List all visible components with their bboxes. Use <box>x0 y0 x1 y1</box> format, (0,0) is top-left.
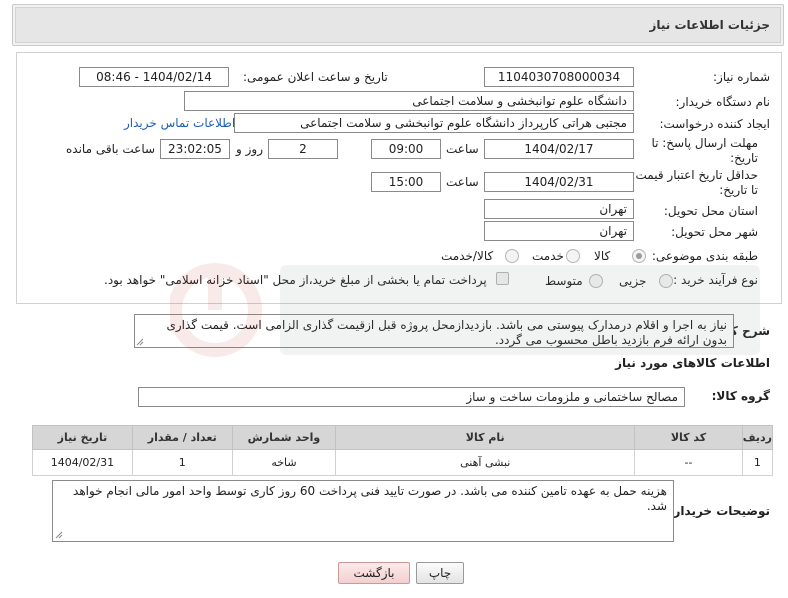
cell-need-date: 1404/02/31 <box>32 449 133 476</box>
header-quantity: تعداد / مقدار <box>131 425 233 450</box>
price-validity-time-label: ساعت <box>446 175 479 189</box>
header-unit: واحد شمارش <box>231 425 337 450</box>
buyer-org-label: نام دستگاه خریدار: <box>675 95 771 109</box>
goods-group-field: مصالح ساختمانی و ملزومات ساخت و ساز <box>138 387 685 407</box>
page-header-bar: جزئیات اطلاعات نیاز <box>15 7 781 43</box>
items-table-header-row: ردیف کد کالا نام کالا واحد شمارش تعداد /… <box>32 425 774 450</box>
purchase-type-radio-medium[interactable] <box>589 274 603 288</box>
description-resize-icon[interactable] <box>136 338 144 346</box>
cell-goods-code: -- <box>634 449 743 476</box>
requester-label: ایجاد کننده درخواست: <box>659 117 770 131</box>
page-title: جزئیات اطلاعات نیاز <box>649 18 770 32</box>
cell-row-number: 1 <box>741 449 774 476</box>
reply-days-label: روز و <box>236 142 263 156</box>
header-need-date: تاریخ نیاز <box>32 425 133 450</box>
header-row-number: ردیف <box>741 425 774 450</box>
announce-datetime-field: 1404/02/14 - 08:46 <box>79 67 229 87</box>
purchase-type-label: نوع فرآیند خرید : <box>673 273 758 287</box>
delivery-city-label: شهر محل تحویل: <box>671 225 758 239</box>
reply-days-field: 2 <box>268 139 338 159</box>
price-validity-label-date: تا تاریخ: <box>719 183 758 197</box>
header-goods-code: کد کالا <box>634 425 743 450</box>
announce-datetime-label: تاریخ و ساعت اعلان عمومی: <box>243 70 388 84</box>
cell-goods-name: نبشی آهنی <box>335 449 636 476</box>
purchase-type-radio-minor[interactable] <box>659 274 673 288</box>
price-validity-date-field: 1404/02/31 <box>484 172 634 192</box>
category-radio-goods-service[interactable] <box>505 249 519 263</box>
category-option-goods-service: کالا/خدمت <box>441 249 494 263</box>
description-textarea: نیاز به اجرا و اقلام درمدارک پیوستی می ب… <box>134 314 734 348</box>
delivery-province-label: استان محل تحویل: <box>663 204 758 218</box>
print-button[interactable]: چاپ <box>416 562 464 584</box>
reply-deadline-time-field: 09:00 <box>371 139 441 159</box>
header-goods-name: نام کالا <box>335 425 636 450</box>
price-validity-label: حداقل تاریخ اعتبار قیمت: <box>631 168 758 182</box>
goods-group-label: گروه کالا: <box>711 389 770 403</box>
buyer-org-field: دانشگاه علوم توانبخشی و سلامت اجتماعی <box>184 91 634 111</box>
buyer-notes-textarea: هزینه حمل به عهده تامین کننده می باشد. د… <box>52 480 674 542</box>
remaining-time-label: ساعت باقی مانده <box>66 142 156 156</box>
delivery-province-field: تهران <box>484 199 634 219</box>
remaining-time-field: 23:02:05 <box>160 139 230 159</box>
reply-deadline-label: مهلت ارسال پاسخ: تا <box>651 136 758 150</box>
category-radio-service[interactable] <box>566 249 580 263</box>
treasury-payment-checkbox[interactable] <box>496 272 509 285</box>
items-table: ردیف کد کالا نام کالا واحد شمارش تعداد /… <box>32 425 774 476</box>
buyer-contact-link[interactable]: اطلاعات تماس خریدار <box>124 116 235 130</box>
treasury-payment-note: پرداخت تمام یا بخشی از مبلغ خرید،از محل … <box>104 273 487 287</box>
requester-field: مجتبی هراتی کارپرداز دانشگاه علوم توانبخ… <box>234 113 634 133</box>
category-option-goods: کالا <box>594 249 611 263</box>
table-row: 1 -- نبشی آهنی شاخه 1 1404/02/31 <box>32 449 774 476</box>
price-validity-time-field: 15:00 <box>371 172 441 192</box>
back-button[interactable]: بازگشت <box>338 562 410 584</box>
reply-deadline-date-field: 1404/02/17 <box>484 139 634 159</box>
purchase-type-option-minor: جزیی <box>619 274 647 288</box>
reply-deadline-label-date: تاریخ: <box>730 151 758 165</box>
purchase-type-option-medium: متوسط <box>545 274 583 288</box>
cell-quantity: 1 <box>131 449 233 476</box>
goods-section-title: اطلاعات کالاهای مورد نیاز <box>615 356 770 370</box>
buyer-notes-resize-icon[interactable] <box>55 531 63 539</box>
need-number-field: 1104030708000034 <box>484 67 634 87</box>
category-option-service: خدمت <box>532 249 564 263</box>
cell-unit: شاخه <box>231 449 337 476</box>
delivery-city-field: تهران <box>484 221 634 241</box>
category-radio-goods[interactable] <box>632 249 646 263</box>
buyer-notes-label: توضیحات خریدار: <box>668 504 770 518</box>
page-header-panel: جزئیات اطلاعات نیاز <box>12 4 784 46</box>
reply-deadline-time-label: ساعت <box>446 142 479 156</box>
category-label: طبقه بندی موضوعی: <box>651 249 758 263</box>
need-number-label: شماره نیاز: <box>713 70 770 84</box>
